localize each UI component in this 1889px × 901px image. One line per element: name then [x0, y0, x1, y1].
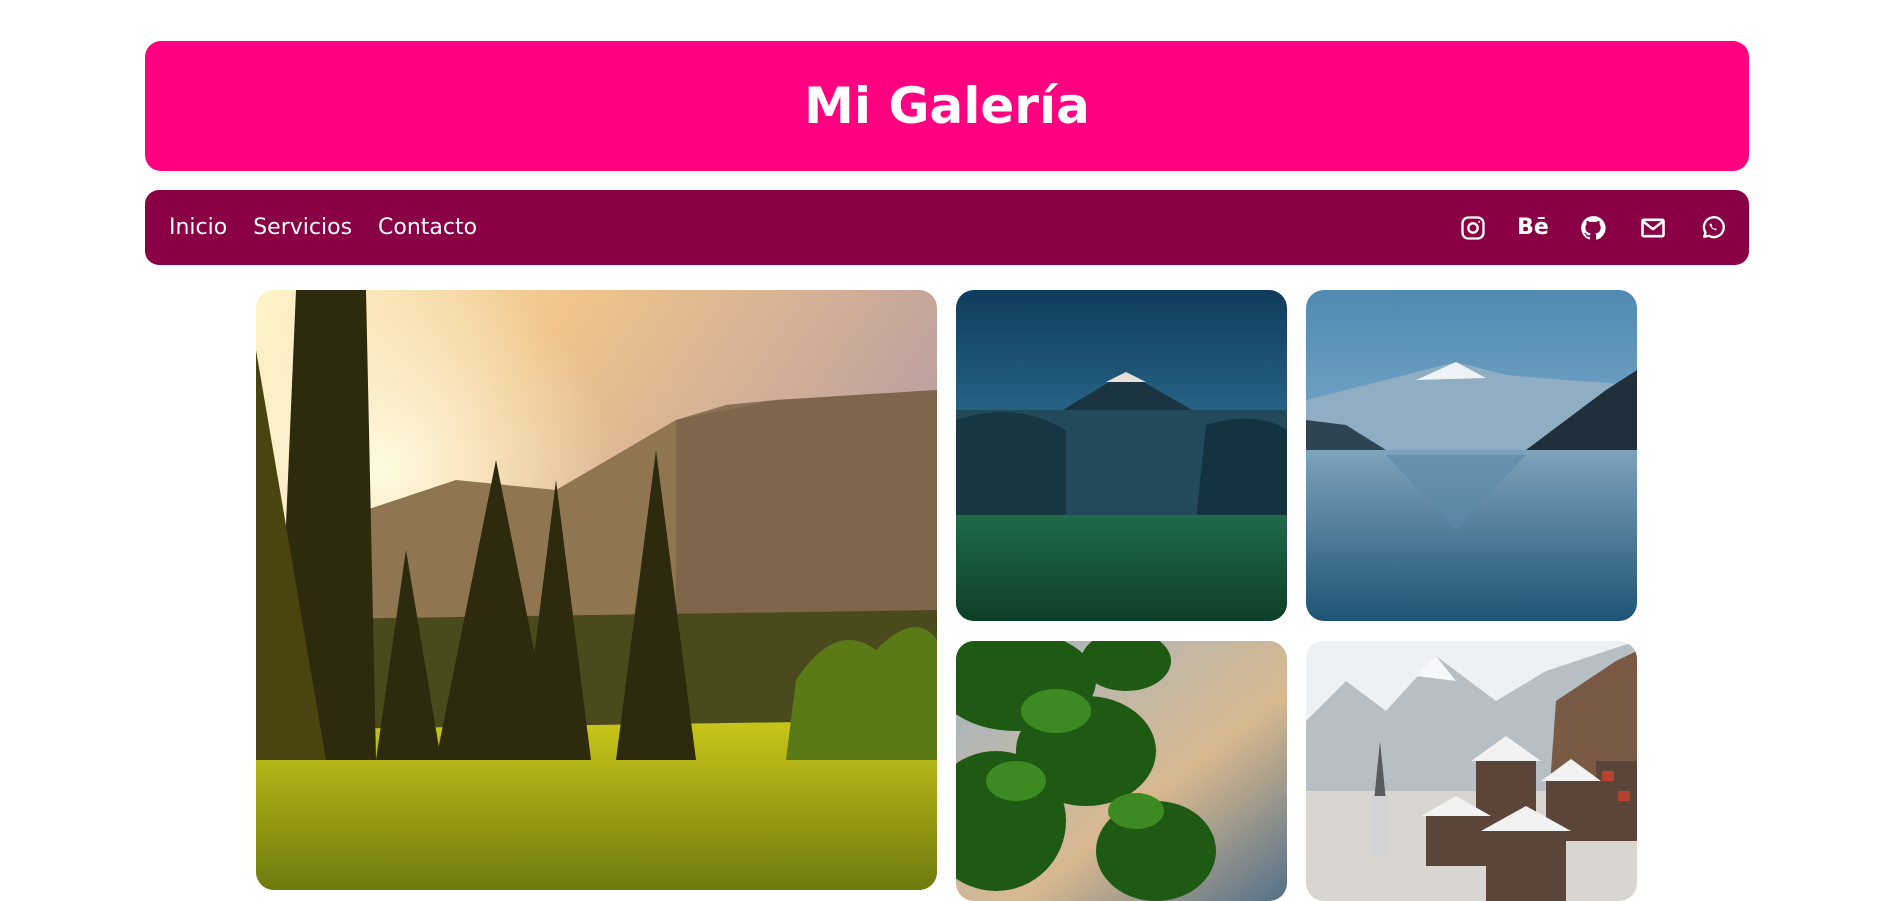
nav-link-servicios[interactable]: Servicios: [253, 215, 352, 240]
whatsapp-icon[interactable]: [1699, 214, 1727, 242]
site-header: Mi Galería: [145, 41, 1749, 171]
social-links: Bē: [1459, 214, 1727, 242]
nav-link-inicio[interactable]: Inicio: [169, 215, 227, 240]
gallery-photo-lake[interactable]: [1306, 290, 1637, 621]
github-icon[interactable]: [1579, 214, 1607, 242]
gallery-photo-volcano[interactable]: [956, 290, 1287, 621]
gallery-photo-village[interactable]: [1306, 641, 1637, 901]
mail-icon[interactable]: [1639, 214, 1667, 242]
instagram-icon[interactable]: [1459, 214, 1487, 242]
main-nav: Inicio Servicios Contacto Bē: [145, 190, 1749, 265]
gallery-photo-leaves[interactable]: [956, 641, 1287, 901]
nav-link-contacto[interactable]: Contacto: [378, 215, 477, 240]
gallery-photo-forest[interactable]: [256, 290, 937, 890]
behance-label: Bē: [1517, 214, 1549, 240]
nav-links: Inicio Servicios Contacto: [169, 215, 477, 240]
page-title: Mi Galería: [804, 77, 1090, 135]
behance-icon[interactable]: Bē: [1517, 214, 1549, 242]
